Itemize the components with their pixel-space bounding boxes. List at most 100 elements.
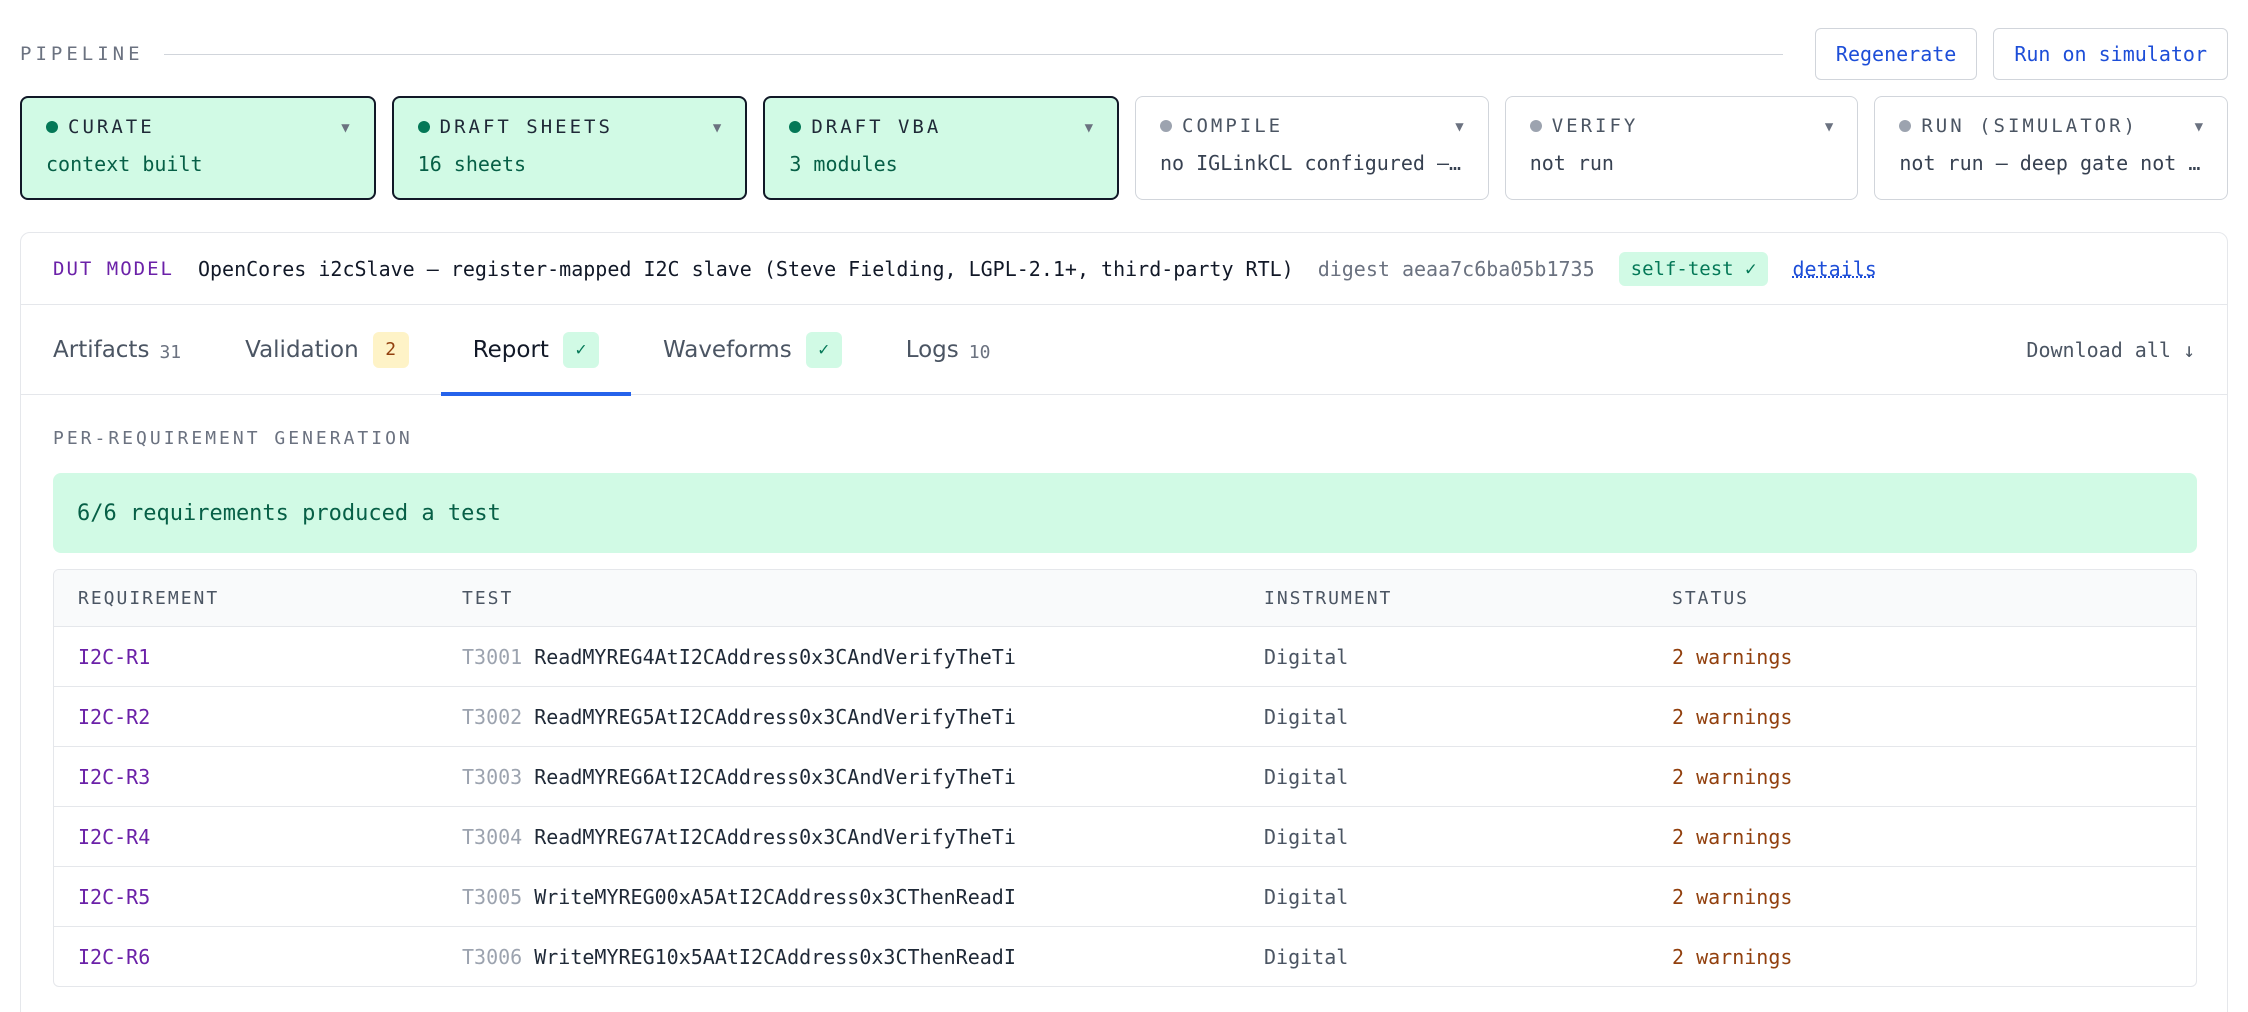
- column-header: REQUIREMENT: [78, 587, 220, 609]
- regenerate-button[interactable]: Regenerate: [1814, 28, 1978, 80]
- check-icon: ✓: [562, 331, 599, 368]
- warning-count-badge: 2: [372, 331, 409, 368]
- stage-draft-sheets[interactable]: DRAFT SHEETS ▼ 16 sheets: [391, 96, 748, 200]
- pipeline-label: PIPELINE: [20, 43, 144, 65]
- tab-count: 31: [159, 342, 182, 363]
- test-id: T3006: [462, 944, 523, 969]
- chevron-down-icon: ▼: [1084, 120, 1094, 136]
- requirement-id[interactable]: I2C-R3: [54, 765, 462, 789]
- stage-compile[interactable]: COMPILE ▼ no IGLinkCL configured —…: [1135, 96, 1489, 200]
- column-header: TEST: [462, 587, 514, 609]
- table-row[interactable]: I2C-R5 T3005 WriteMYREG00xA5AtI2CAddress0…: [54, 866, 2196, 926]
- tab-report[interactable]: Report ✓: [440, 305, 632, 396]
- column-header: STATUS: [1672, 587, 1750, 609]
- instrument: Digital: [1264, 884, 1349, 909]
- stage-name: COMPILE: [1182, 115, 1284, 137]
- stage-curate[interactable]: CURATE ▼ context built: [20, 96, 376, 200]
- run-on-simulator-button[interactable]: Run on simulator: [1993, 28, 2228, 80]
- tab-label: Logs: [905, 336, 959, 363]
- dut-model-bar: DUT MODEL OpenCores i2cSlave — register-…: [21, 233, 2227, 305]
- stage-verify[interactable]: VERIFY ▼ not run: [1504, 96, 1859, 200]
- chevron-down-icon: ▼: [2194, 119, 2204, 135]
- dut-digest: digest aeaa7c6ba05b1735: [1317, 256, 1595, 281]
- chevron-down-icon: ▼: [1824, 119, 1834, 135]
- instrument: Digital: [1264, 704, 1349, 729]
- status-text: 2 warnings: [1672, 764, 1793, 789]
- test-id: T3002: [462, 704, 523, 729]
- stage-status: context built: [46, 152, 203, 176]
- stage-name: DRAFT SHEETS: [439, 116, 613, 138]
- status-text: 2 warnings: [1672, 884, 1793, 909]
- dut-label: DUT MODEL: [53, 257, 174, 280]
- tab-waveforms[interactable]: Waveforms ✓: [631, 305, 874, 394]
- test-name: WriteMYREG10x5AAtI2CAddress0x3CThenReadI: [534, 944, 1016, 969]
- main-panel: DUT MODEL OpenCores i2cSlave — register-…: [20, 232, 2228, 1012]
- test-name: ReadMYREG4AtI2CAddress0x3CAndVerifyTheTi: [534, 644, 1016, 669]
- tab-artifacts[interactable]: Artifacts 31: [21, 305, 213, 394]
- status-text: 2 warnings: [1672, 704, 1793, 729]
- stage-status: not run — deep gate not …: [1899, 151, 2201, 175]
- download-all-button[interactable]: Download all ↓: [2026, 305, 2195, 394]
- requirements-table: REQUIREMENT TEST INSTRUMENT STATUS I2C-R…: [53, 569, 2197, 987]
- section-title: PER-REQUIREMENT GENERATION: [53, 428, 413, 449]
- status-text: 2 warnings: [1672, 644, 1793, 669]
- status-dot: [1899, 120, 1912, 132]
- test-id: T3005: [462, 884, 523, 909]
- stage-status: not run: [1529, 151, 1614, 175]
- table-row[interactable]: I2C-R3 T3003 ReadMYREG6AtI2CAddress0x3CAn…: [54, 746, 2196, 806]
- stage-name: RUN (SIMULATOR): [1921, 115, 2138, 137]
- pipeline-header: PIPELINE Regenerate Run on simulator: [20, 28, 2228, 80]
- details-link[interactable]: details: [1792, 257, 1876, 281]
- requirement-id[interactable]: I2C-R1: [54, 645, 462, 669]
- stage-status: no IGLinkCL configured —…: [1160, 151, 1462, 175]
- tab-spacer: [1022, 305, 2026, 394]
- status-dot: [46, 121, 58, 133]
- summary-banner: 6/6 requirements produced a test: [53, 473, 2197, 553]
- stage-name: VERIFY: [1551, 115, 1639, 137]
- table-row[interactable]: I2C-R1 T3001 ReadMYREG4AtI2CAddress0x3CAn…: [54, 626, 2196, 686]
- table-row[interactable]: I2C-R6 T3006 WriteMYREG10x5AAtI2CAddress0…: [54, 926, 2196, 986]
- tab-logs[interactable]: Logs 10: [874, 305, 1023, 394]
- column-header: INSTRUMENT: [1264, 587, 1393, 609]
- tab-bar: Artifacts 31 Validation 2 Report ✓ Wavef…: [21, 305, 2227, 396]
- stage-run-simulator[interactable]: RUN (SIMULATOR) ▼ not run — deep gate no…: [1874, 96, 2229, 200]
- requirement-id[interactable]: I2C-R2: [54, 705, 462, 729]
- chevron-down-icon: ▼: [712, 120, 722, 136]
- pipeline-stages: CURATE ▼ context built DRAFT SHEETS ▼ 16…: [20, 96, 2229, 200]
- tab-label: Artifacts: [53, 336, 150, 363]
- test-name: ReadMYREG6AtI2CAddress0x3CAndVerifyTheTi: [534, 764, 1016, 789]
- check-icon: ✓: [805, 331, 842, 368]
- chevron-down-icon: ▼: [341, 120, 350, 136]
- status-text: 2 warnings: [1672, 824, 1793, 849]
- pipeline-divider: [163, 53, 1783, 55]
- test-id: T3003: [462, 764, 523, 789]
- tab-validation[interactable]: Validation 2: [213, 305, 441, 394]
- test-name: ReadMYREG5AtI2CAddress0x3CAndVerifyTheTi: [534, 704, 1016, 729]
- table-header: REQUIREMENT TEST INSTRUMENT STATUS: [54, 570, 2196, 626]
- chevron-down-icon: ▼: [1455, 119, 1464, 135]
- tab-label: Validation: [245, 336, 359, 363]
- instrument: Digital: [1264, 764, 1349, 789]
- test-id: T3001: [462, 644, 523, 669]
- tab-label: Waveforms: [662, 336, 792, 363]
- stage-status: 3 modules: [789, 152, 898, 176]
- stage-name: DRAFT VBA: [811, 116, 942, 138]
- requirement-id[interactable]: I2C-R6: [54, 945, 462, 969]
- status-text: 2 warnings: [1672, 944, 1793, 969]
- status-dot: [789, 121, 802, 133]
- requirement-id[interactable]: I2C-R5: [54, 885, 462, 909]
- status-dot: [417, 121, 430, 133]
- instrument: Digital: [1264, 944, 1349, 969]
- stage-draft-vba[interactable]: DRAFT VBA ▼ 3 modules: [763, 96, 1120, 200]
- table-row[interactable]: I2C-R4 T3004 ReadMYREG7AtI2CAddress0x3CAn…: [54, 806, 2196, 866]
- tab-label: Report: [472, 336, 549, 363]
- stage-name: CURATE: [68, 116, 155, 138]
- table-row[interactable]: I2C-R2 T3002 ReadMYREG5AtI2CAddress0x3CAn…: [54, 686, 2196, 746]
- tab-count: 10: [968, 342, 991, 363]
- requirement-id[interactable]: I2C-R4: [54, 825, 462, 849]
- dut-name: OpenCores i2cSlave — register-mapped I2C…: [197, 256, 1294, 281]
- self-test-badge: self-test ✓: [1618, 251, 1769, 286]
- stage-status: 16 sheets: [417, 152, 527, 176]
- test-id: T3004: [462, 824, 523, 849]
- status-dot: [1160, 120, 1173, 132]
